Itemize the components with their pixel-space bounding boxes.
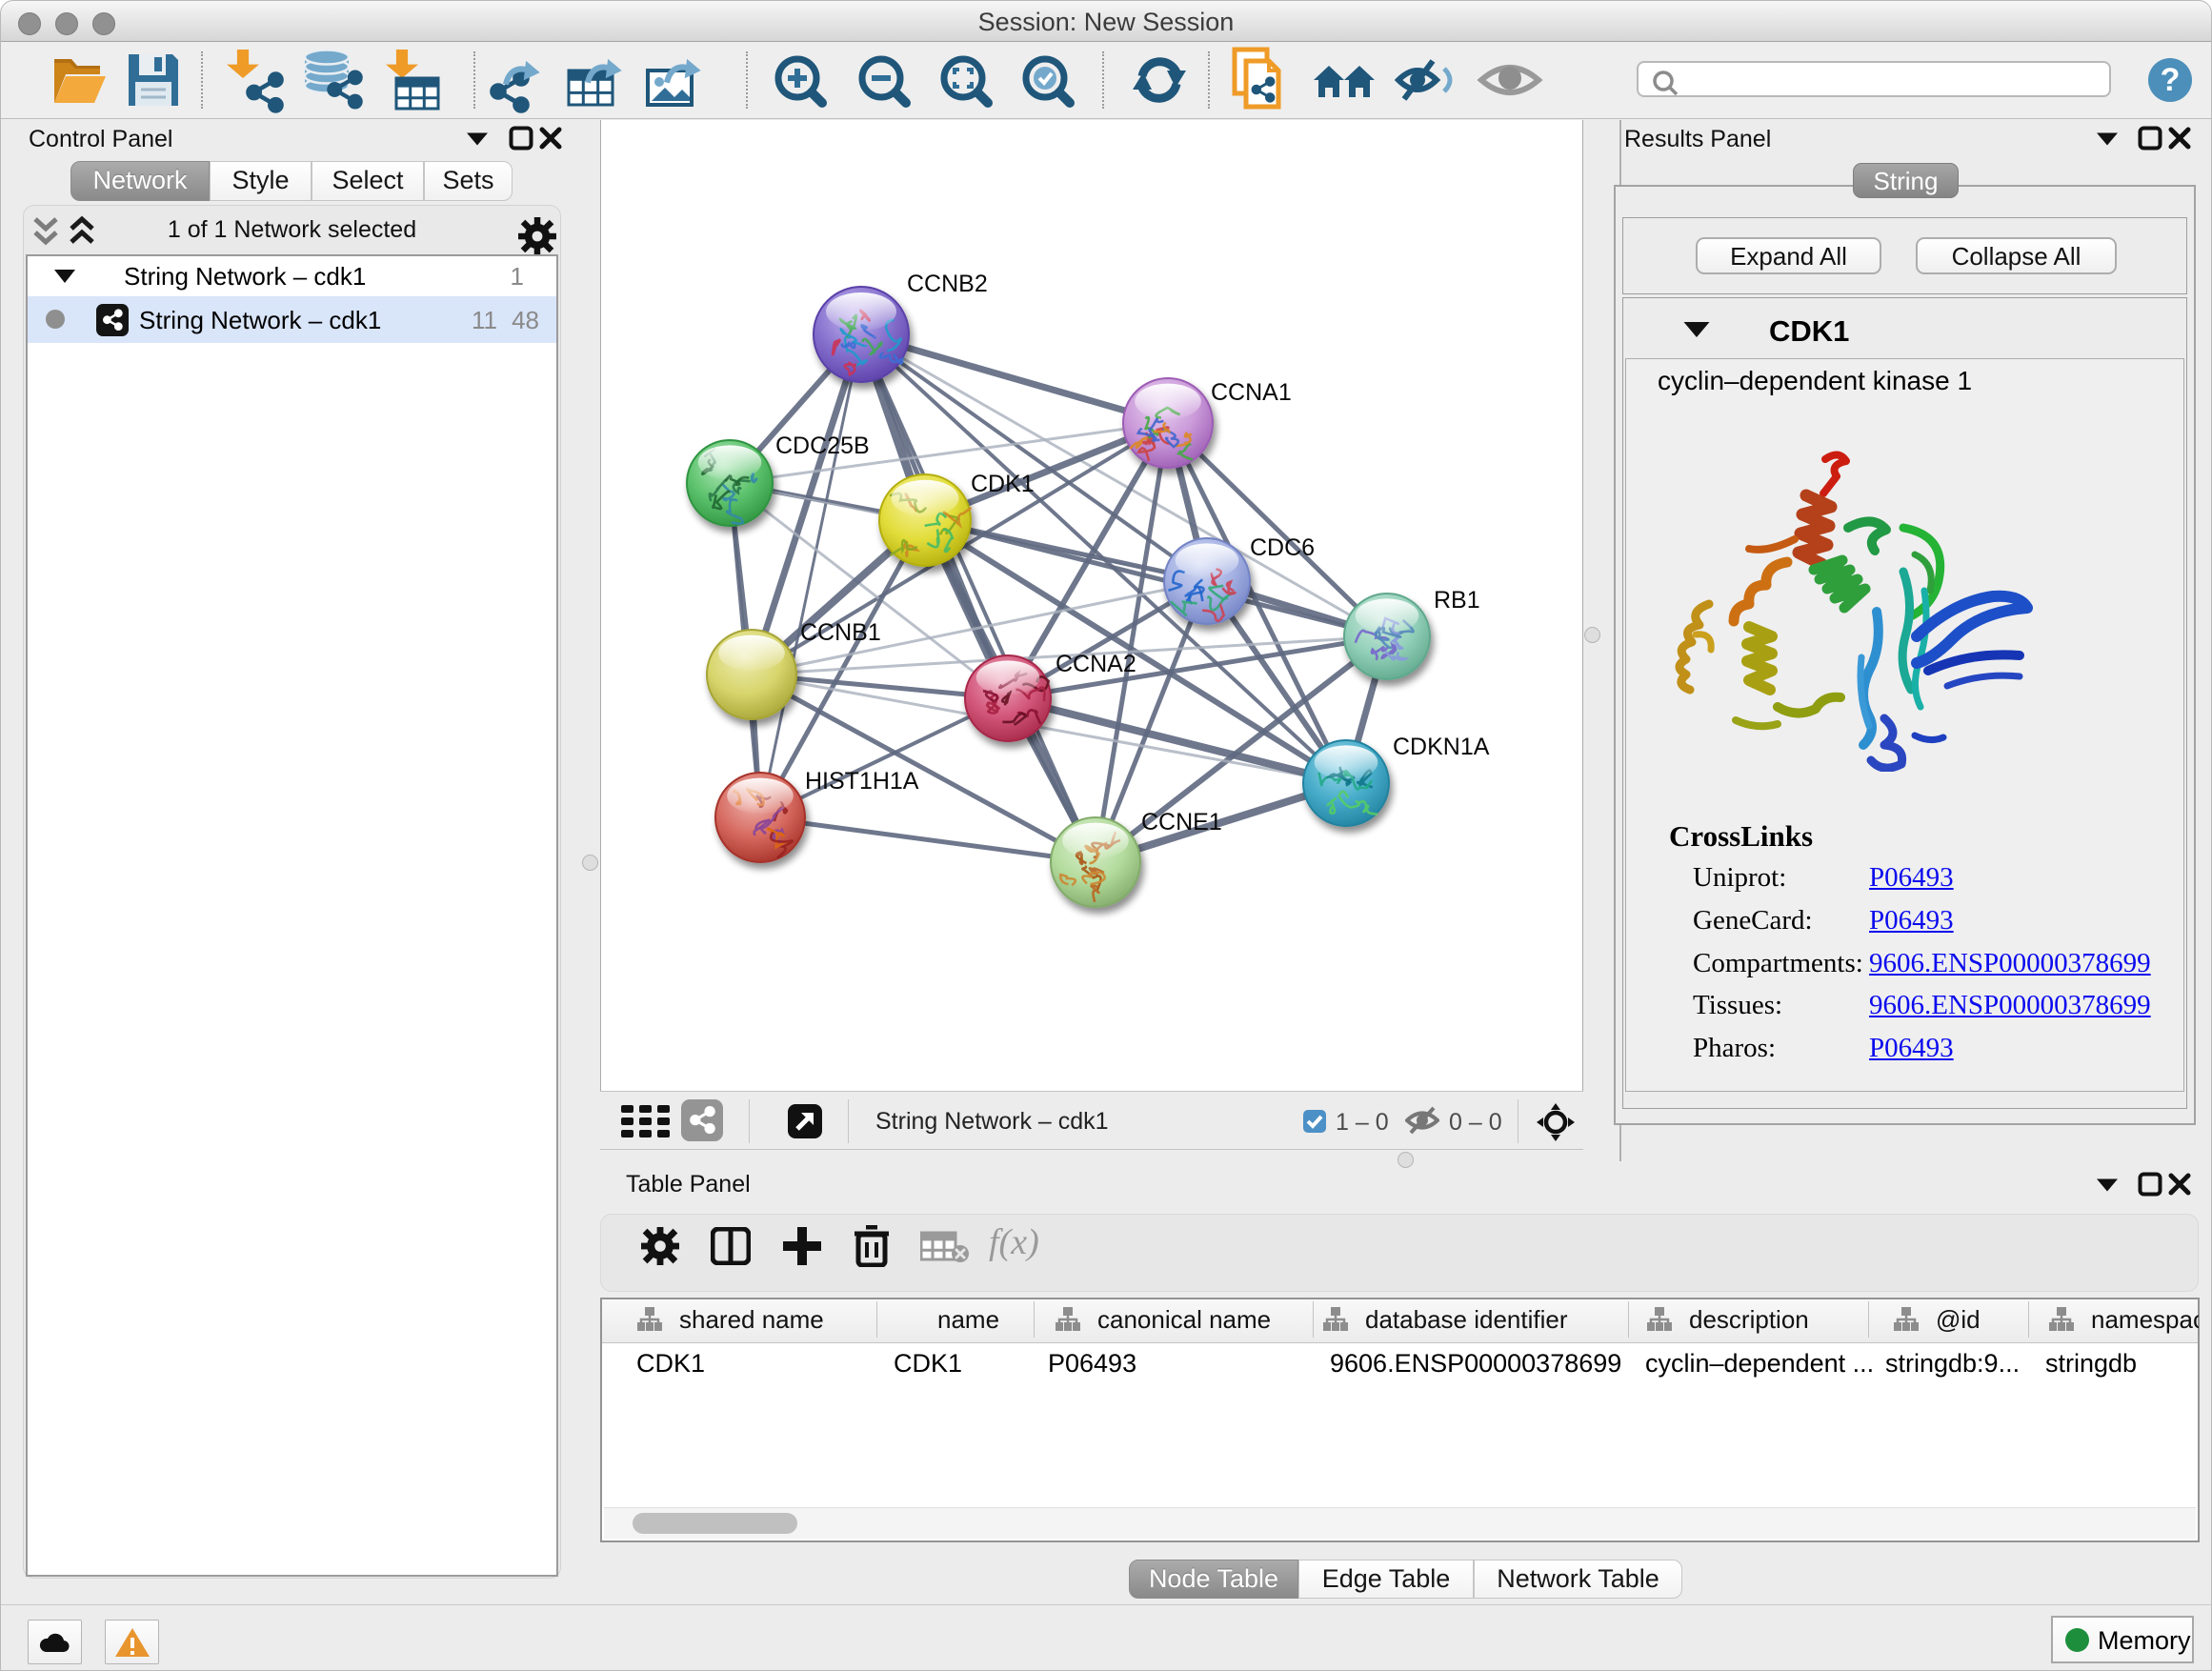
svg-text:HIST1H1A: HIST1H1A: [805, 768, 919, 795]
svg-text:CCNB2: CCNB2: [907, 271, 988, 297]
svg-text:CCNA2: CCNA2: [1056, 651, 1136, 677]
svg-text:CDC6: CDC6: [1250, 534, 1315, 561]
svg-text:CDKN1A: CDKN1A: [1393, 734, 1490, 760]
svg-text:CCNA1: CCNA1: [1211, 379, 1292, 406]
svg-text:RB1: RB1: [1434, 587, 1480, 614]
svg-text:CCNE1: CCNE1: [1141, 809, 1222, 836]
svg-text:CDK1: CDK1: [971, 471, 1035, 497]
svg-text:CCNB1: CCNB1: [800, 619, 881, 646]
svg-text:CDC25B: CDC25B: [775, 433, 870, 459]
